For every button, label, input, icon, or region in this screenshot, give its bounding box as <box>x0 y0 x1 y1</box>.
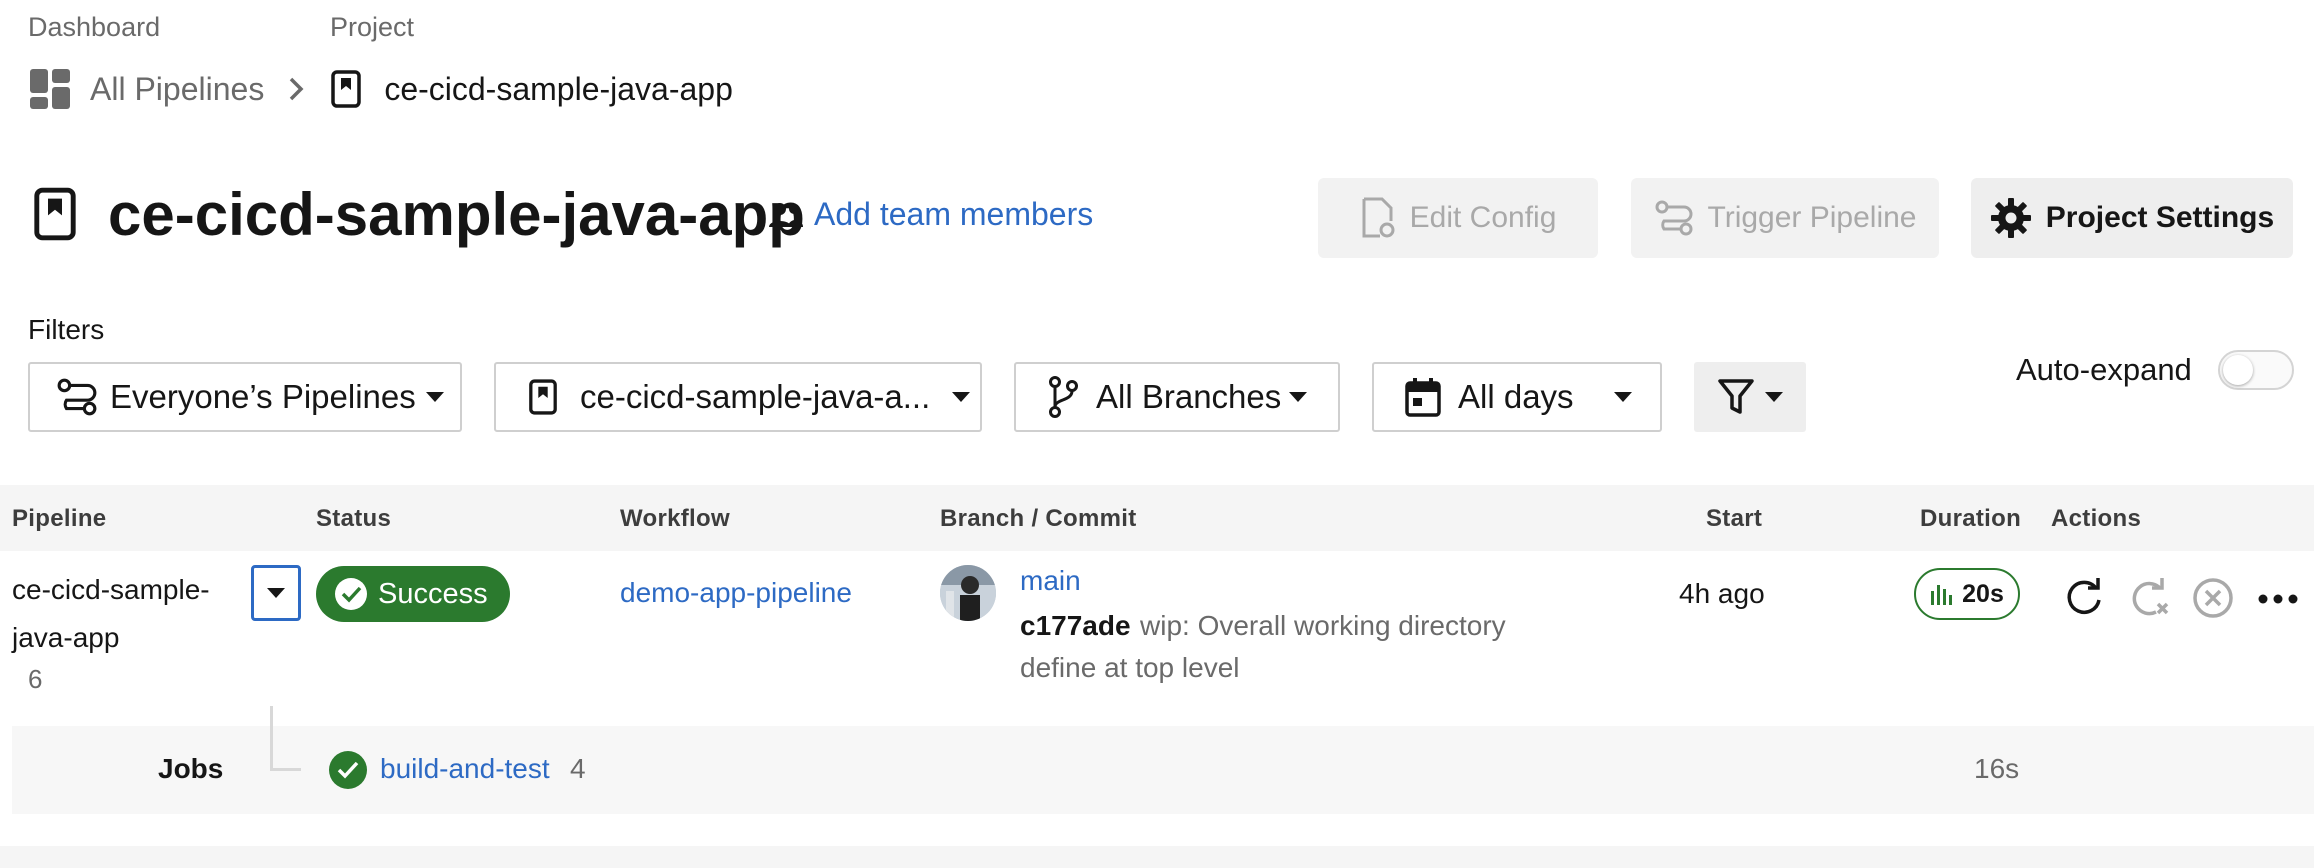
pipelines-filter-icon <box>56 377 98 417</box>
date-filter-value: All days <box>1458 378 1574 415</box>
branch-link[interactable]: main <box>1020 565 1081 597</box>
avatar <box>940 565 996 621</box>
trigger-pipeline-button[interactable]: Trigger Pipeline <box>1631 178 1939 258</box>
auto-expand-label: Auto-expand <box>2016 352 2192 387</box>
project-icon <box>528 378 558 416</box>
project-filter-value: ce-cicd-sample-java-a... <box>580 378 931 415</box>
calendar-icon <box>1404 377 1442 417</box>
pipeline-number: 6 <box>28 664 43 694</box>
chevron-down-icon <box>1289 392 1308 402</box>
breadcrumb-project-label: Project <box>330 12 415 42</box>
project-settings-label: Project Settings <box>2045 201 2275 234</box>
branch-filter-value: All Branches <box>1096 378 1282 415</box>
check-icon <box>334 577 368 611</box>
auto-expand-toggle[interactable] <box>2218 350 2294 390</box>
project-icon <box>330 69 362 109</box>
rerun-icon[interactable] <box>2062 576 2106 620</box>
tree-connector <box>270 706 301 771</box>
rerun-failed-icon[interactable] <box>2126 576 2170 620</box>
commit-hash[interactable]: c177ade <box>1020 610 1131 642</box>
date-filter-dropdown[interactable]: All days <box>1372 362 1662 432</box>
edit-config-label: Edit Config <box>1409 201 1557 234</box>
filters-label: Filters <box>28 314 105 345</box>
column-actions: Actions <box>2051 505 2142 532</box>
advanced-filter-button[interactable] <box>1694 362 1806 432</box>
pipeline-name-line1[interactable]: ce-cicd-sample- <box>12 574 210 606</box>
column-status: Status <box>316 505 392 532</box>
funnel-icon <box>1717 377 1755 417</box>
column-start: Start <box>1706 505 1763 532</box>
breadcrumb: All Pipelines ce-cicd-sample-java-app <box>28 62 733 116</box>
team-icon <box>768 201 804 229</box>
chevron-down-icon <box>1613 392 1632 402</box>
branch-filter-dropdown[interactable]: All Branches <box>1014 362 1340 432</box>
add-team-members-label: Add team members <box>814 196 1094 232</box>
chevron-right-icon <box>288 76 304 102</box>
duration-value: 20s <box>1962 579 2004 608</box>
breadcrumb-dashboard-label: Dashboard <box>28 12 161 42</box>
commit-message-line1: wip: Overall working directory <box>1140 610 1506 641</box>
project-filter-dropdown[interactable]: ce-cicd-sample-java-a... <box>494 362 982 432</box>
commit-message-line2: define at top level <box>1020 652 1240 683</box>
status-label: Success <box>378 577 488 610</box>
job-link[interactable]: build-and-test <box>380 753 550 785</box>
column-branch-commit: Branch / Commit <box>940 505 1137 532</box>
pipeline-name-line2[interactable]: java-app <box>12 622 119 654</box>
jobs-label: Jobs <box>158 753 224 784</box>
cancel-icon[interactable] <box>2192 577 2234 619</box>
chart-icon <box>1930 583 1953 605</box>
column-duration: Duration <box>1920 505 2022 532</box>
job-number: 4 <box>570 753 586 784</box>
add-team-members-link[interactable]: Add team members <box>768 196 1093 233</box>
job-duration: 16s <box>1974 753 2020 784</box>
workflow-link[interactable]: demo-app-pipeline <box>620 577 852 609</box>
project-settings-button[interactable]: Project Settings <box>1971 178 2293 258</box>
check-icon <box>328 750 368 790</box>
column-workflow: Workflow <box>620 505 730 532</box>
chevron-down-icon <box>952 392 971 402</box>
pipelines-filter-dropdown[interactable]: Everyone’s Pipelines <box>28 362 462 432</box>
status-badge[interactable]: Success <box>316 566 510 622</box>
next-row-strip <box>0 846 2314 868</box>
start-time: 4h ago <box>1679 578 1765 609</box>
duration-badge[interactable]: 20s <box>1914 568 2020 620</box>
gear-icon <box>1990 197 2032 239</box>
chevron-down-icon <box>425 392 444 402</box>
edit-config-icon <box>1360 196 1396 240</box>
chevron-down-icon <box>267 588 285 598</box>
trigger-pipeline-icon <box>1654 199 1694 237</box>
breadcrumb-project[interactable]: ce-cicd-sample-java-app <box>384 71 733 108</box>
more-icon[interactable] <box>2258 594 2298 604</box>
breadcrumb-all-pipelines[interactable]: All Pipelines <box>90 71 264 108</box>
expand-row-button[interactable] <box>251 565 301 621</box>
toggle-knob <box>2223 355 2253 385</box>
trigger-pipeline-label: Trigger Pipeline <box>1707 201 1917 234</box>
page-title: ce-cicd-sample-java-app <box>108 181 805 248</box>
chevron-down-icon <box>1765 392 1783 402</box>
column-pipeline: Pipeline <box>12 505 107 532</box>
edit-config-button[interactable]: Edit Config <box>1318 178 1598 258</box>
pipelines-filter-value: Everyone’s Pipelines <box>110 378 416 415</box>
project-icon <box>32 186 78 242</box>
branch-icon <box>1048 376 1078 418</box>
dashboard-icon <box>28 67 72 111</box>
